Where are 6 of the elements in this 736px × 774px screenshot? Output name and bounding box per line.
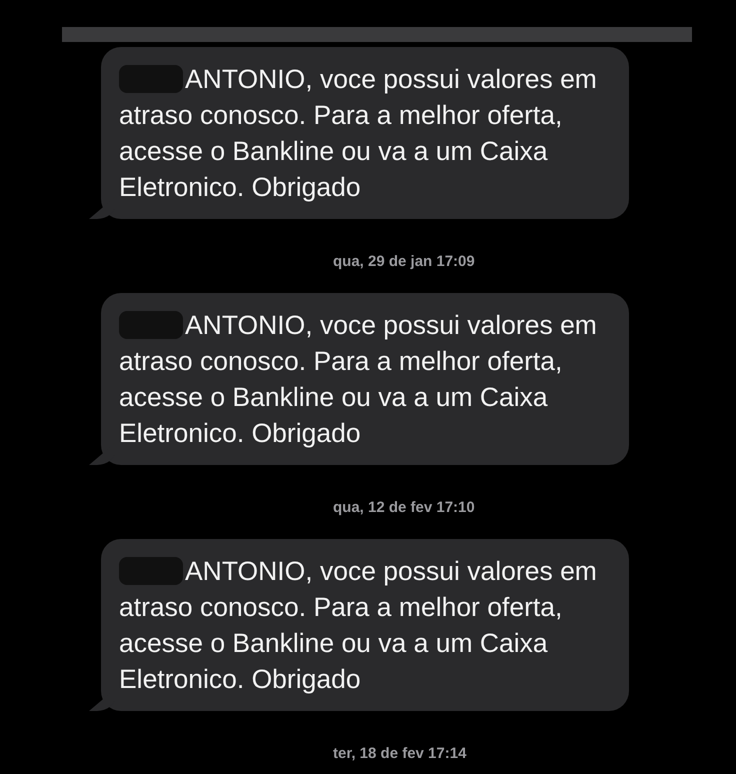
- timestamp: qua, 29 de jan 17:09: [333, 253, 476, 272]
- message-text: ANTONIO, voce possui valores em atraso conosco. Para a melhor oferta, acesse o Bankline ou va a um Caixa Eletronico. Obrigado: [119, 555, 598, 696]
- timestamp: qua, 12 de fev 17:10: [333, 499, 476, 518]
- message-text: ANTONIO, voce possui valores em atraso conosco. Para a melhor oferta, acesse o Bankline ou va a um Caixa Eletronico. Obrigado: [119, 63, 598, 204]
- timestamp: ter, 18 de fev 17:14: [333, 745, 468, 764]
- message-text: ANTONIO, voce possui valores em atraso conosco. Para a melhor oferta, acesse o Bankline ou va a um Caixa Eletronico. Obrigado: [119, 309, 598, 450]
